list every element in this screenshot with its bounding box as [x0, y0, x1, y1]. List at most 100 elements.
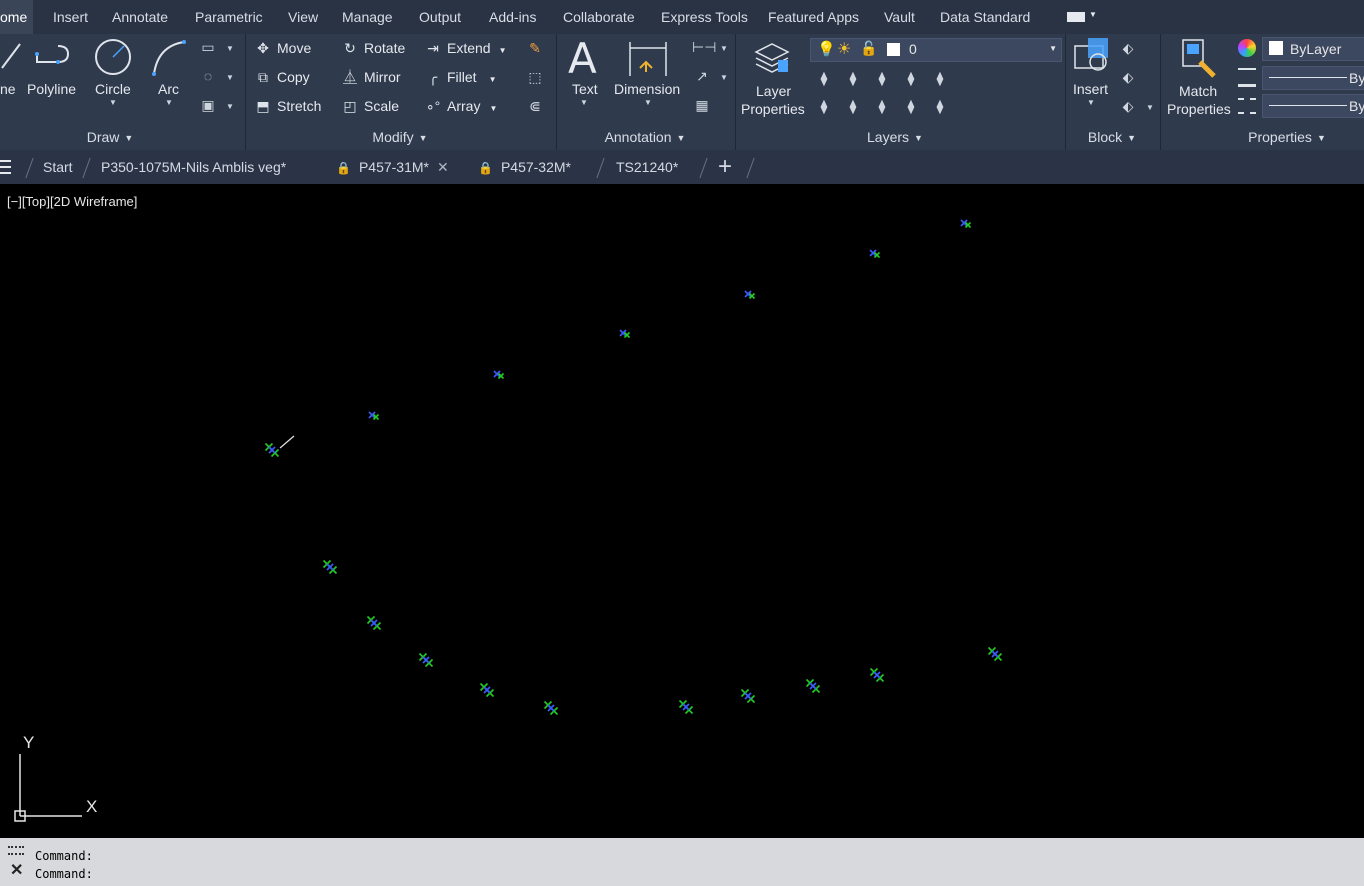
insert-button-label[interactable]: Insert [1073, 80, 1108, 98]
layer-properties-label-2[interactable]: Properties [741, 100, 805, 118]
hamburger-menu-icon[interactable] [0, 160, 11, 174]
match-properties-icon[interactable] [1180, 38, 1220, 78]
scale-button[interactable]: ◰ Scale [341, 94, 399, 118]
survey-point-marker[interactable] [479, 682, 495, 698]
mirror-button[interactable]: ⏅ Mirror [341, 65, 401, 89]
hatch-icon[interactable]: ▣ [198, 95, 218, 115]
survey-point-marker[interactable] [322, 559, 338, 575]
command-input[interactable]: Command: [35, 867, 93, 881]
survey-point-marker[interactable] [740, 688, 756, 704]
survey-point-marker[interactable] [869, 249, 881, 259]
circle-button-label[interactable]: Circle [95, 80, 131, 98]
polyline-icon[interactable] [34, 40, 74, 74]
insert-dropdown-icon[interactable]: ▼ [1087, 98, 1095, 107]
survey-point-marker[interactable] [366, 615, 382, 631]
move-button[interactable]: ✥ Move [254, 36, 311, 60]
rectangle-icon[interactable]: ▭ [198, 37, 218, 57]
drag-handle-icon[interactable] [8, 846, 24, 855]
erase-icon[interactable]: ✎ [525, 38, 545, 58]
line-button-label[interactable]: ne [0, 80, 16, 98]
extend-button[interactable]: ⇥ Extend ▼ [424, 36, 506, 60]
tab-manage[interactable]: Manage [342, 0, 393, 34]
ribbon-display-toggle-icon[interactable] [1067, 12, 1085, 22]
stretch-button[interactable]: ⬒ Stretch [254, 94, 321, 118]
polyline-button-label[interactable]: Polyline [27, 80, 76, 98]
survey-point-marker[interactable] [744, 290, 756, 300]
match-properties-label-1[interactable]: Match [1179, 82, 1217, 100]
layer-match-icon[interactable]: ⧫ [814, 68, 834, 88]
match-properties-label-2[interactable]: Properties [1167, 100, 1231, 118]
insert-block-icon[interactable] [1072, 36, 1112, 76]
create-block-icon[interactable]: ⬖ [1118, 38, 1138, 58]
tab-view[interactable]: View [288, 0, 318, 34]
modify-panel-title[interactable]: Modify ▼ [350, 127, 450, 147]
survey-point-marker[interactable] [493, 370, 505, 380]
survey-point-marker[interactable] [619, 329, 631, 339]
dimension-icon[interactable] [626, 38, 670, 78]
circle-icon[interactable] [93, 37, 133, 77]
layer-freeze-icon[interactable]: ⧫ [901, 68, 921, 88]
tab-express-tools[interactable]: Express Tools [661, 0, 748, 34]
close-icon[interactable]: ✕ [10, 860, 23, 880]
block-panel-title[interactable]: Block ▼ [1070, 127, 1154, 147]
drawing-canvas[interactable] [0, 184, 1364, 838]
file-tab-ts21240[interactable]: TS21240* [616, 150, 678, 184]
rotate-button[interactable]: ↻ Rotate [341, 36, 405, 60]
tab-add-ins[interactable]: Add-ins [489, 0, 536, 34]
survey-point-marker[interactable] [960, 219, 972, 229]
linear-dimension-dropdown-icon[interactable]: ▼ [720, 44, 728, 53]
linetype-icon[interactable] [1238, 98, 1256, 114]
layer-previous-icon[interactable]: ⧫ [843, 68, 863, 88]
ellipse-dropdown-icon[interactable]: ▼ [226, 73, 234, 82]
array-button[interactable]: ∘° Array ▼ [424, 94, 498, 118]
arc-icon[interactable] [150, 38, 190, 76]
tab-data-standard[interactable]: Data Standard [940, 0, 1030, 34]
survey-point-marker[interactable] [264, 442, 280, 458]
offset-icon[interactable]: ⋐ [525, 96, 545, 116]
text-button-label[interactable]: Text [572, 80, 598, 98]
layer-isolate-icon[interactable]: ⧫ [872, 68, 892, 88]
tab-home[interactable]: ome [0, 0, 34, 34]
leader-icon[interactable]: ↗ [692, 66, 712, 86]
edit-attributes-dropdown-icon[interactable]: ▼ [1146, 103, 1154, 112]
survey-point-marker[interactable] [869, 667, 885, 683]
layer-walk-icon[interactable]: ⧫ [843, 96, 863, 116]
survey-point-marker[interactable] [368, 411, 380, 421]
file-tab-p457-31m[interactable]: 🔒 P457-31M* ✕ [322, 150, 459, 184]
layer-unisolate-icon[interactable]: ⧫ [872, 96, 892, 116]
edit-block-icon[interactable]: ⬖ [1118, 67, 1138, 87]
tab-parametric[interactable]: Parametric [195, 0, 263, 34]
layers-panel-title[interactable]: Layers ▼ [850, 127, 940, 147]
draw-panel-title[interactable]: Draw ▼ [60, 127, 160, 147]
fillet-button[interactable]: ╭ Fillet ▼ [424, 65, 497, 89]
arc-dropdown-icon[interactable]: ▼ [165, 98, 173, 107]
color-dropdown[interactable]: ByLayer [1262, 37, 1364, 61]
drawing-viewport[interactable]: [−][Top][2D Wireframe] Y X [0, 184, 1364, 838]
survey-point-marker[interactable] [678, 699, 694, 715]
layer-merge-icon[interactable]: ⧫ [930, 96, 950, 116]
annotation-panel-title[interactable]: Annotation ▼ [590, 127, 700, 147]
layer-state-icon[interactable]: ⧫ [930, 68, 950, 88]
ellipse-icon[interactable]: ◌ [198, 66, 218, 86]
layer-properties-icon[interactable] [752, 38, 792, 76]
hatch-dropdown-icon[interactable]: ▼ [226, 102, 234, 111]
arc-button-label[interactable]: Arc [158, 80, 179, 98]
leader-dropdown-icon[interactable]: ▼ [720, 73, 728, 82]
layer-properties-label-1[interactable]: Layer [756, 82, 791, 100]
tab-output[interactable]: Output [419, 0, 461, 34]
tab-featured-apps[interactable]: Featured Apps [768, 0, 859, 34]
tab-start[interactable]: Start [43, 150, 73, 184]
rectangle-dropdown-icon[interactable]: ▼ [226, 44, 234, 53]
layer-dropdown[interactable]: 💡 ☀ 🔓 0 ▼ [810, 38, 1062, 62]
linetype-dropdown[interactable]: By [1262, 66, 1364, 90]
circle-dropdown-icon[interactable]: ▼ [109, 98, 117, 107]
properties-panel-title[interactable]: Properties ▼ [1235, 127, 1339, 147]
explode-icon[interactable]: ⬚ [525, 67, 545, 87]
line-icon[interactable] [0, 38, 24, 74]
dimension-dropdown-icon[interactable]: ▼ [644, 98, 652, 107]
survey-point-marker[interactable] [805, 678, 821, 694]
lineweight-icon[interactable] [1238, 68, 1256, 87]
dimension-button-label[interactable]: Dimension [614, 80, 680, 98]
linear-dimension-icon[interactable]: ⊢⊣ [692, 37, 716, 57]
close-tab-icon[interactable]: ✕ [437, 159, 449, 175]
